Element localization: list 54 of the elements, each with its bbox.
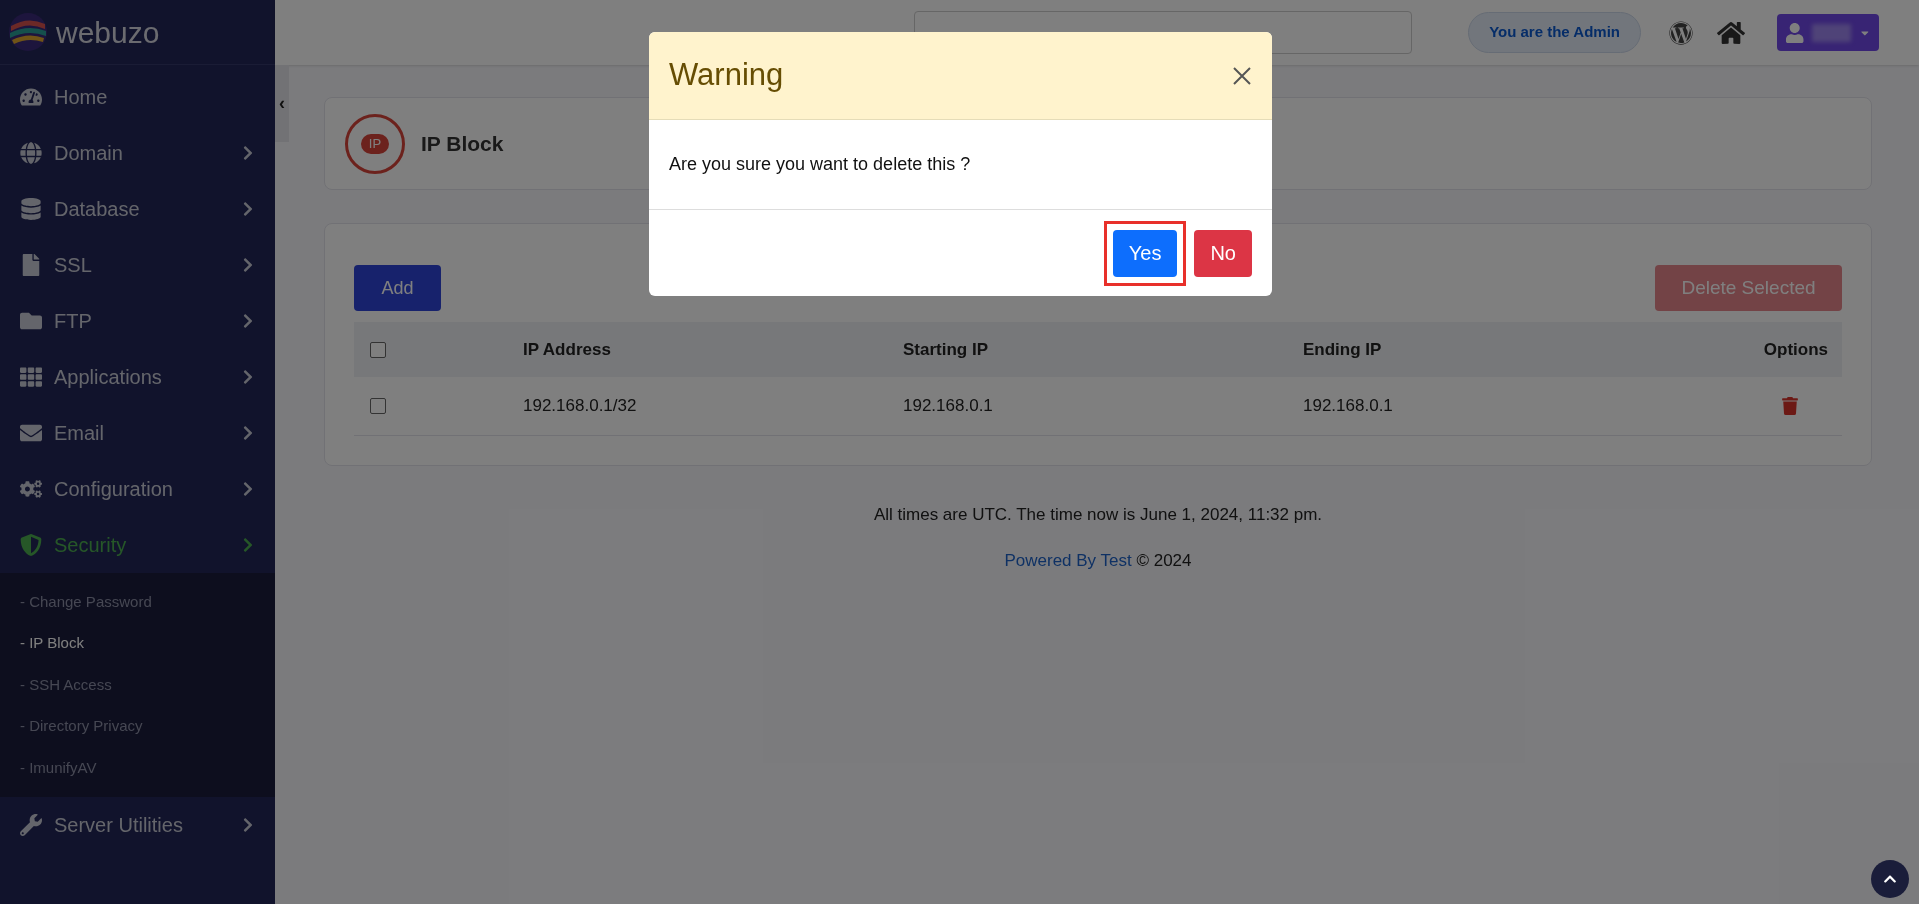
- dialog-message: Are you sure you want to delete this ?: [669, 153, 971, 176]
- brand-name: webuzo: [56, 14, 160, 51]
- sidebar-item[interactable]: Security: [0, 517, 275, 573]
- gears-icon: [20, 478, 42, 500]
- add-button[interactable]: Add: [354, 265, 441, 311]
- scroll-top-button[interactable]: [1871, 860, 1909, 898]
- sidebar-item[interactable]: Domain: [0, 125, 275, 181]
- collapse-toggle[interactable]: ‹: [279, 90, 285, 117]
- submenu-item[interactable]: - Directory Privacy: [0, 705, 275, 747]
- ip-block-icon: IP: [345, 113, 405, 174]
- submenu-item[interactable]: - IP Block: [0, 622, 275, 664]
- yes-button[interactable]: Yes: [1112, 229, 1178, 277]
- sidebar-item[interactable]: Database: [0, 181, 275, 237]
- powered-by-link[interactable]: Powered By Test: [1004, 550, 1132, 570]
- database-icon: [20, 198, 42, 220]
- row-checkbox[interactable]: [370, 398, 386, 414]
- table-cell-text: 192.168.0.1: [903, 395, 994, 418]
- grid-icon: [20, 366, 42, 388]
- globe-icon: [20, 142, 42, 164]
- page-title: IP Block: [421, 130, 504, 157]
- select-all-checkbox[interactable]: [370, 341, 386, 358]
- dashboard-icon: [20, 86, 42, 108]
- sidebar-item[interactable]: Applications: [0, 349, 275, 405]
- delete-icon[interactable]: [1782, 397, 1798, 415]
- sidebar-item[interactable]: Server Utilities: [0, 796, 275, 853]
- user-icon: [1785, 22, 1805, 43]
- time-note: All times are UTC. The time now is June 1, 2024, 11:32 pm.: [872, 504, 1324, 526]
- submenu-item[interactable]: - ImunifyAV: [0, 747, 275, 789]
- column-header: IP Address: [523, 338, 612, 361]
- sidebar-item[interactable]: Email: [0, 405, 275, 461]
- role-badge: You are the Admin: [1468, 12, 1641, 53]
- envelope-icon: [20, 422, 42, 444]
- dialog-title: Warning: [669, 56, 785, 95]
- column-header: Starting IP: [903, 338, 989, 361]
- column-header: Ending IP: [1303, 338, 1383, 361]
- folder-icon: [20, 310, 42, 332]
- shield-icon: [20, 534, 42, 556]
- logo-icon: [8, 12, 48, 52]
- no-button[interactable]: No: [1194, 229, 1252, 277]
- file-icon: [20, 254, 42, 276]
- column-header: Options: [1763, 338, 1828, 361]
- table-cell-text: 192.168.0.1/32: [523, 395, 638, 418]
- user-menu-button[interactable]: [1777, 14, 1879, 51]
- close-icon[interactable]: [1232, 65, 1252, 86]
- submenu-item[interactable]: - SSH Access: [0, 664, 275, 706]
- sidebar-item[interactable]: FTP: [0, 293, 275, 349]
- table-cell-text: 192.168.0.1: [1303, 395, 1394, 418]
- sidebar-item[interactable]: Home: [0, 69, 275, 125]
- copyright-text: © 2024: [1135, 550, 1192, 570]
- sidebar-item[interactable]: Configuration: [0, 461, 275, 517]
- submenu-item[interactable]: - Change Password: [0, 581, 275, 623]
- wordpress-icon[interactable]: [1669, 20, 1693, 45]
- sidebar-item[interactable]: SSL: [0, 237, 275, 293]
- wrench-icon: [20, 813, 42, 836]
